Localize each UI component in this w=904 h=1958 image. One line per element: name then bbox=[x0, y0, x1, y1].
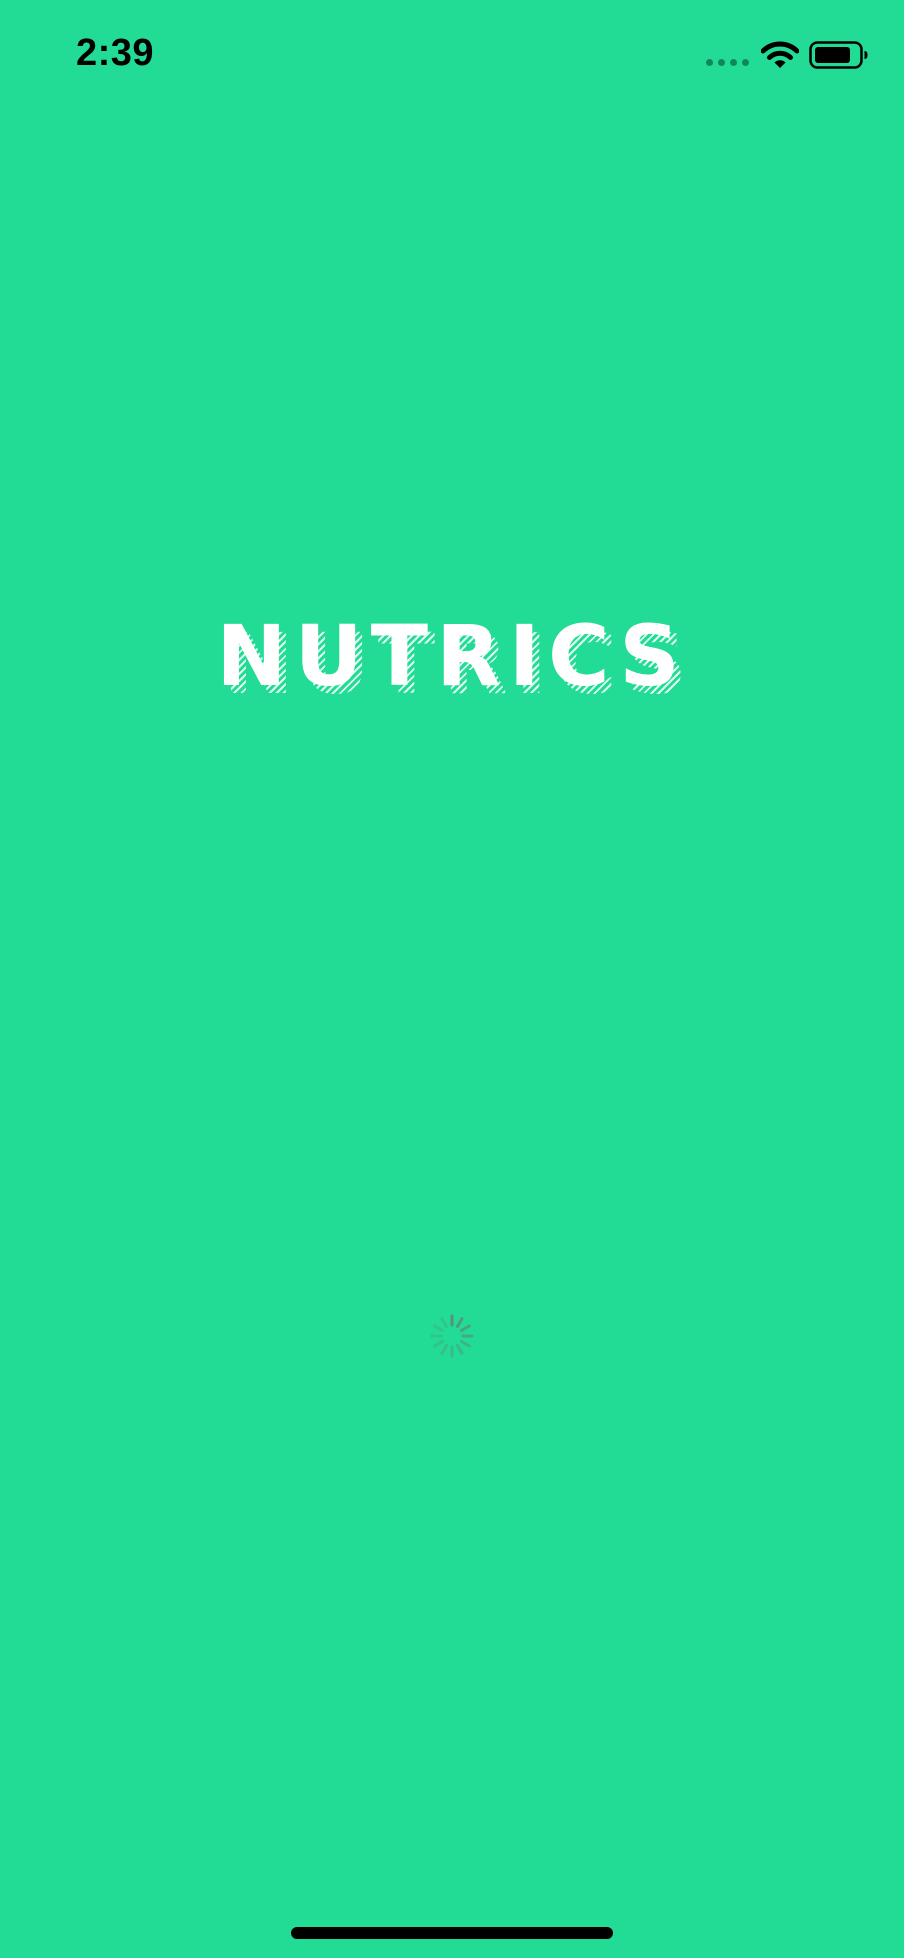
home-indicator[interactable] bbox=[291, 1927, 613, 1939]
battery-icon bbox=[809, 41, 868, 69]
cellular-signal-icon bbox=[706, 59, 750, 69]
wifi-icon bbox=[761, 41, 799, 68]
status-bar: 2:39 bbox=[0, 0, 904, 110]
logo-text: NUTRICS bbox=[216, 607, 688, 705]
app-logo: NUTRICS NUTRICS bbox=[0, 600, 904, 720]
spinner-icon bbox=[430, 1314, 474, 1358]
status-time: 2:39 bbox=[76, 32, 155, 74]
